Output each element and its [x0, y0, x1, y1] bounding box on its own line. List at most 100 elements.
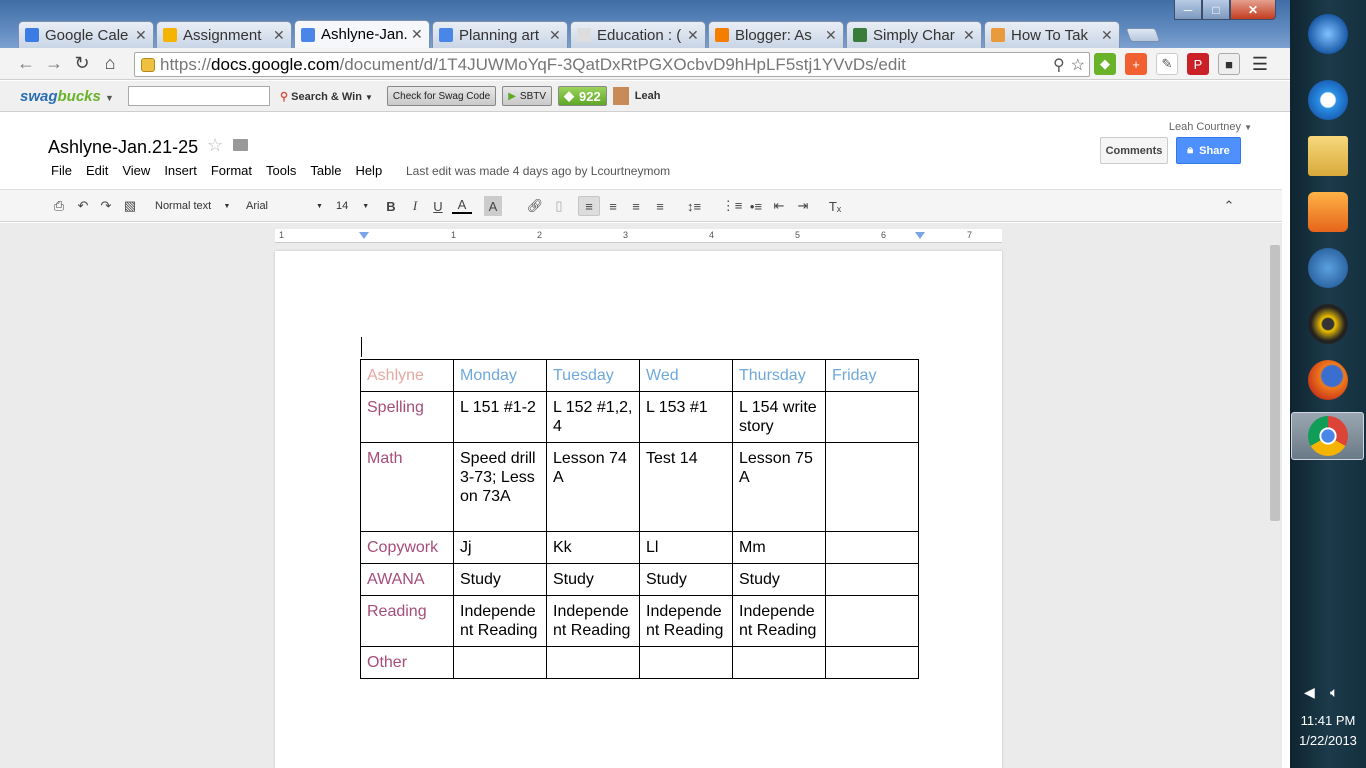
style-select[interactable]: Normal text ▼ — [155, 196, 235, 216]
table-cell[interactable]: Study — [453, 563, 547, 596]
bookmark-star-icon[interactable]: ☆ — [1071, 55, 1085, 75]
system-clock[interactable]: 11:41 PM 1/22/2013 — [1290, 711, 1366, 751]
table-subject-cell[interactable]: Math — [360, 442, 454, 532]
comments-button[interactable]: Comments — [1100, 137, 1168, 164]
browser-tab[interactable]: Blogger: As ✕ — [708, 21, 844, 48]
plus-extension-icon[interactable]: + — [1125, 53, 1147, 75]
table-cell[interactable]: Independent Reading — [732, 595, 826, 647]
document-title[interactable]: Ashlyne-Jan.21-25 — [48, 137, 198, 158]
table-cell[interactable]: Independent Reading — [453, 595, 547, 647]
font-size-select[interactable]: 14 ▼ — [336, 196, 374, 216]
undo-icon[interactable]: ↶ — [74, 196, 92, 216]
text-color-icon[interactable]: A — [452, 196, 472, 214]
table-cell[interactable] — [825, 391, 919, 443]
table-cell[interactable]: L 154 write story — [732, 391, 826, 443]
table-cell[interactable]: Lesson 74A — [546, 442, 640, 532]
browser-tab[interactable]: Google Cale ✕ — [18, 21, 154, 48]
avatar[interactable] — [612, 87, 629, 105]
close-tab-icon[interactable]: ✕ — [135, 27, 147, 44]
table-cell[interactable] — [825, 646, 919, 679]
firefox-icon[interactable] — [1290, 356, 1366, 404]
schedule-table[interactable]: Ashlyne Monday Tuesday Wed Thursday Friday Spe… — [360, 359, 919, 679]
browser-tab[interactable]: Assignment ✕ — [156, 21, 292, 48]
table-cell[interactable]: Study — [732, 563, 826, 596]
menu-item-format[interactable]: Format — [211, 163, 252, 178]
browser-tab[interactable]: Simply Char ✕ — [846, 21, 982, 48]
increase-indent-icon[interactable]: ⇥ — [793, 196, 813, 216]
close-tab-icon[interactable]: ✕ — [1101, 27, 1113, 44]
table-cell[interactable]: Ll — [639, 531, 733, 564]
search-icon[interactable]: ⚲ — [1053, 55, 1065, 75]
print-icon[interactable]: ⎙ — [50, 196, 68, 216]
hp-icon[interactable] — [1290, 244, 1366, 292]
menu-item-tools[interactable]: Tools — [266, 163, 296, 178]
browser-tab[interactable]: Planning art ✕ — [432, 21, 568, 48]
close-tab-icon[interactable]: ✕ — [549, 27, 561, 44]
close-tab-icon[interactable]: ✕ — [687, 27, 699, 44]
table-cell[interactable] — [453, 646, 547, 679]
table-cell[interactable]: L 151 #1-2 — [453, 391, 547, 443]
new-tab-button[interactable] — [1125, 28, 1161, 42]
table-day-header[interactable]: Wed — [639, 359, 733, 392]
file-explorer-icon[interactable] — [1290, 132, 1366, 180]
ruler[interactable]: 1 1 2 3 4 5 6 7 — [275, 229, 1002, 243]
table-day-header[interactable]: Tuesday — [546, 359, 640, 392]
collapse-menus-icon[interactable]: ⌃ — [1220, 196, 1238, 216]
underline-icon[interactable]: U — [429, 196, 447, 216]
table-subject-cell[interactable]: Other — [360, 646, 454, 679]
browser-tab[interactable]: Ashlyne-Jan. ✕ — [294, 20, 430, 48]
table-cell[interactable]: L 152 #1,2,4 — [546, 391, 640, 443]
close-window-button[interactable]: ✕ — [1230, 0, 1276, 20]
evernote-icon[interactable]: ■ — [1218, 53, 1240, 75]
paint-format-icon[interactable]: ▧ — [122, 196, 138, 216]
menu-icon[interactable]: ☰ — [1249, 53, 1271, 75]
table-day-header[interactable]: Monday — [453, 359, 547, 392]
highlight-color-icon[interactable]: A — [484, 196, 502, 216]
table-cell[interactable] — [639, 646, 733, 679]
last-edit-status[interactable]: Last edit was made 4 days ago by Lcourtn… — [406, 164, 670, 178]
table-day-header[interactable]: Thursday — [732, 359, 826, 392]
table-subject-cell[interactable]: Reading — [360, 595, 454, 647]
chrome-icon[interactable] — [1291, 412, 1364, 460]
table-cell[interactable]: Jj — [453, 531, 547, 564]
table-cell[interactable] — [825, 442, 919, 532]
menu-item-view[interactable]: View — [122, 163, 150, 178]
table-cell[interactable] — [825, 531, 919, 564]
table-cell[interactable]: Kk — [546, 531, 640, 564]
table-cell[interactable] — [732, 646, 826, 679]
bold-icon[interactable]: B — [382, 196, 400, 216]
pen-extension-icon[interactable]: ✎ — [1156, 53, 1178, 75]
close-tab-icon[interactable]: ✕ — [963, 27, 975, 44]
line-spacing-icon[interactable]: ↕≡ — [681, 196, 707, 216]
close-tab-icon[interactable]: ✕ — [825, 27, 837, 44]
close-tab-icon[interactable]: ✕ — [273, 27, 285, 44]
menu-item-table[interactable]: Table — [310, 163, 341, 178]
font-select[interactable]: Arial ▼ — [246, 196, 324, 216]
align-left-icon[interactable]: ≡ — [578, 196, 600, 216]
forward-icon[interactable]: → — [40, 50, 68, 78]
back-icon[interactable]: ← — [12, 50, 40, 78]
maximize-button[interactable]: □ — [1202, 0, 1230, 20]
menu-item-edit[interactable]: Edit — [86, 163, 108, 178]
table-cell[interactable]: Mm — [732, 531, 826, 564]
redo-icon[interactable]: ↷ — [97, 196, 115, 216]
align-right-icon[interactable]: ≡ — [626, 196, 646, 216]
swagbucks-user-name[interactable]: Leah — [635, 90, 661, 102]
table-subject-cell[interactable]: Spelling — [360, 391, 454, 443]
folder-icon[interactable] — [233, 139, 248, 151]
address-bar[interactable]: https://docs.google.com/document/d/1T4JU… — [134, 52, 1090, 77]
table-cell[interactable]: Test 14 — [639, 442, 733, 532]
browser-tab[interactable]: Education : (✕ — [570, 21, 706, 48]
numbered-list-icon[interactable]: ⋮≡ — [722, 196, 743, 216]
table-cell[interactable]: L 153 #1 — [639, 391, 733, 443]
browser-tab[interactable]: How To Tak ✕ — [984, 21, 1120, 48]
document-page[interactable]: Ashlyne Monday Tuesday Wed Thursday Friday Spe… — [275, 251, 1002, 768]
internet-explorer-icon[interactable] — [1290, 76, 1366, 124]
start-button[interactable] — [1290, 10, 1366, 58]
table-cell[interactable]: Speed drill 3-73; Lesson 73A — [453, 442, 547, 532]
right-indent-marker[interactable] — [915, 232, 925, 239]
decrease-indent-icon[interactable]: ⇤ — [769, 196, 789, 216]
menu-item-insert[interactable]: Insert — [164, 163, 197, 178]
menu-item-help[interactable]: Help — [355, 163, 382, 178]
minimize-button[interactable]: ─ — [1174, 0, 1202, 20]
